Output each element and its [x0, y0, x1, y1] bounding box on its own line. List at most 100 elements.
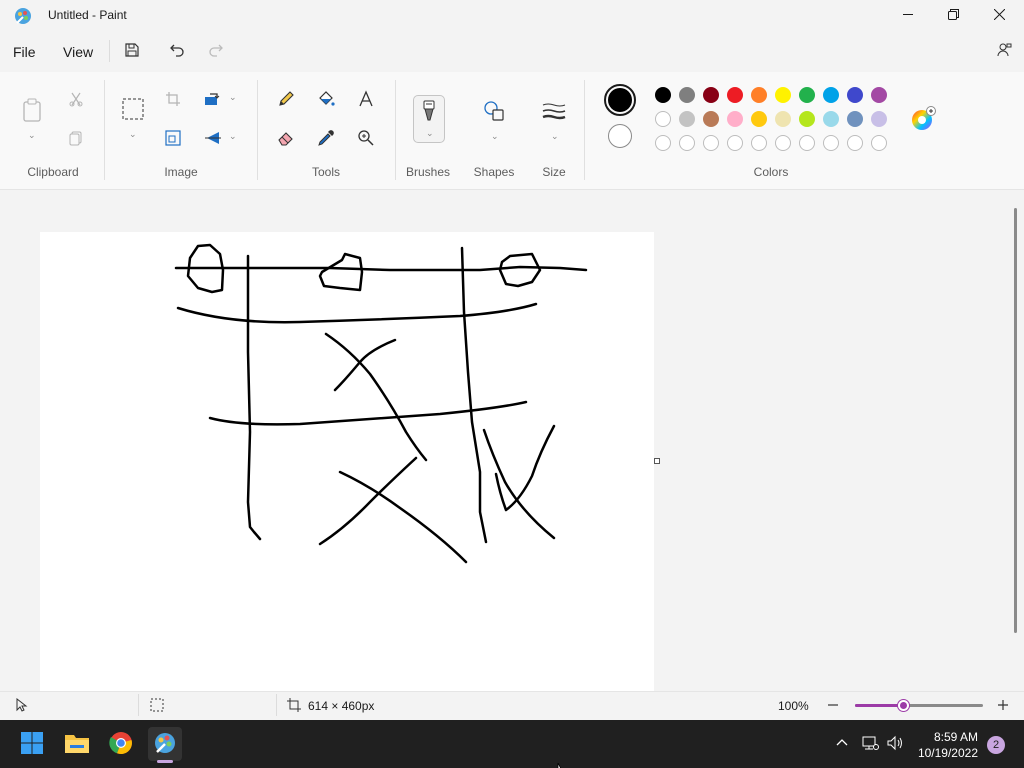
- text-tool[interactable]: [354, 88, 378, 112]
- brushes-button[interactable]: ⌄: [413, 95, 445, 143]
- undo-button[interactable]: [165, 39, 189, 63]
- view-menu[interactable]: View: [63, 44, 93, 60]
- stroke-x-right-b: [494, 424, 556, 512]
- edit-colors-button[interactable]: [910, 106, 936, 132]
- zoom-in-button[interactable]: [996, 698, 1010, 715]
- notification-badge[interactable]: 2: [987, 736, 1005, 754]
- custom-color-slot[interactable]: [727, 135, 743, 151]
- mouse-cursor-icon: [557, 760, 567, 768]
- flip-chevron-down-icon[interactable]: ⌄: [229, 131, 237, 142]
- color-swatch[interactable]: [703, 87, 719, 103]
- custom-color-slot[interactable]: [751, 135, 767, 151]
- color-swatch[interactable]: [703, 111, 719, 127]
- color-swatch[interactable]: [655, 111, 671, 127]
- minimize-button[interactable]: [885, 0, 931, 32]
- clock-time[interactable]: 8:59 AM: [910, 730, 978, 744]
- cut-button[interactable]: [64, 88, 88, 112]
- shapes-chevron-down-icon[interactable]: ⌄: [491, 131, 499, 142]
- status-divider: [138, 694, 139, 716]
- color-swatch[interactable]: [679, 87, 695, 103]
- color-swatch[interactable]: [727, 111, 743, 127]
- ribbon-divider: [257, 80, 258, 180]
- custom-color-slot[interactable]: [655, 135, 671, 151]
- magnifier-tool[interactable]: [354, 127, 378, 151]
- colors-group-label: Colors: [753, 165, 789, 179]
- vertical-scrollbar[interactable]: [1014, 208, 1017, 633]
- paint-taskbar-button[interactable]: [148, 727, 182, 761]
- color-swatch[interactable]: [823, 87, 839, 103]
- restore-button[interactable]: [930, 0, 976, 32]
- file-explorer-taskbar-button[interactable]: [60, 727, 94, 761]
- drawing-canvas[interactable]: [40, 232, 654, 692]
- stroke-x-middle-a: [324, 332, 428, 462]
- zoom-percentage[interactable]: 100%: [778, 699, 809, 713]
- color-swatch[interactable]: [655, 87, 671, 103]
- cursor-position-icon: [14, 697, 28, 715]
- size-button[interactable]: [542, 100, 566, 124]
- copy-button[interactable]: [64, 127, 88, 151]
- paste-button[interactable]: [20, 98, 44, 124]
- stroke-curve-1: [176, 302, 538, 324]
- zoom-slider-thumb[interactable]: [898, 700, 909, 711]
- canvas-size-text: 614 × 460px: [308, 699, 375, 713]
- undo-icon: [169, 42, 185, 61]
- chrome-taskbar-button[interactable]: [104, 727, 138, 761]
- color-swatch[interactable]: [823, 111, 839, 127]
- color-swatch[interactable]: [679, 111, 695, 127]
- color-swatch[interactable]: [847, 111, 863, 127]
- redo-button[interactable]: [204, 39, 228, 63]
- size-chevron-down-icon[interactable]: ⌄: [551, 131, 559, 142]
- network-icon: [861, 736, 879, 754]
- color-swatch[interactable]: [751, 87, 767, 103]
- paste-chevron-down-icon[interactable]: ⌄: [28, 130, 36, 141]
- rotate-button[interactable]: [201, 88, 225, 112]
- paint-app-icon: [14, 7, 32, 25]
- color-swatch[interactable]: [775, 87, 791, 103]
- window-title: Untitled - Paint: [48, 8, 127, 22]
- file-menu[interactable]: File: [13, 44, 36, 60]
- custom-color-slot[interactable]: [871, 135, 887, 151]
- clock-date[interactable]: 10/19/2022: [910, 746, 978, 760]
- color-swatch[interactable]: [775, 111, 791, 127]
- custom-color-slot[interactable]: [679, 135, 695, 151]
- color-swatch[interactable]: [727, 87, 743, 103]
- pencil-tool[interactable]: [274, 88, 298, 112]
- color-swatch[interactable]: [871, 87, 887, 103]
- secondary-color-swatch[interactable]: [608, 124, 632, 148]
- select-chevron-down-icon[interactable]: ⌄: [129, 129, 137, 140]
- canvas-resize-handle[interactable]: [654, 458, 660, 464]
- flip-button[interactable]: [201, 127, 225, 151]
- color-swatch[interactable]: [871, 111, 887, 127]
- custom-color-slot[interactable]: [703, 135, 719, 151]
- crop-button[interactable]: [161, 88, 185, 112]
- volume-button[interactable]: [886, 735, 904, 754]
- custom-color-slot[interactable]: [847, 135, 863, 151]
- fill-tool[interactable]: [314, 88, 338, 112]
- custom-color-slot[interactable]: [775, 135, 791, 151]
- rotate-chevron-down-icon[interactable]: ⌄: [229, 92, 237, 103]
- share-button[interactable]: [992, 39, 1016, 63]
- show-hidden-icons-button[interactable]: [835, 736, 849, 753]
- custom-color-slot[interactable]: [823, 135, 839, 151]
- image-group-label: Image: [164, 165, 198, 179]
- primary-color-swatch: [608, 88, 632, 112]
- color-swatch[interactable]: [751, 111, 767, 127]
- select-button[interactable]: [121, 98, 145, 122]
- color-wheel-icon: [910, 106, 936, 135]
- eraser-tool[interactable]: [274, 127, 298, 151]
- zoom-slider-fill: [855, 704, 904, 707]
- save-button[interactable]: [120, 39, 144, 63]
- color-swatch[interactable]: [847, 87, 863, 103]
- color-swatch[interactable]: [799, 87, 815, 103]
- menu-bar: [0, 32, 1024, 72]
- primary-color-selector[interactable]: [604, 84, 636, 116]
- color-picker-tool[interactable]: [314, 127, 338, 151]
- close-button[interactable]: [976, 0, 1022, 32]
- resize-button[interactable]: [161, 127, 185, 151]
- shapes-button[interactable]: [482, 100, 506, 124]
- network-button[interactable]: [861, 735, 879, 754]
- color-swatch[interactable]: [799, 111, 815, 127]
- zoom-out-button[interactable]: [826, 698, 840, 715]
- start-button[interactable]: [15, 727, 49, 761]
- custom-color-slot[interactable]: [799, 135, 815, 151]
